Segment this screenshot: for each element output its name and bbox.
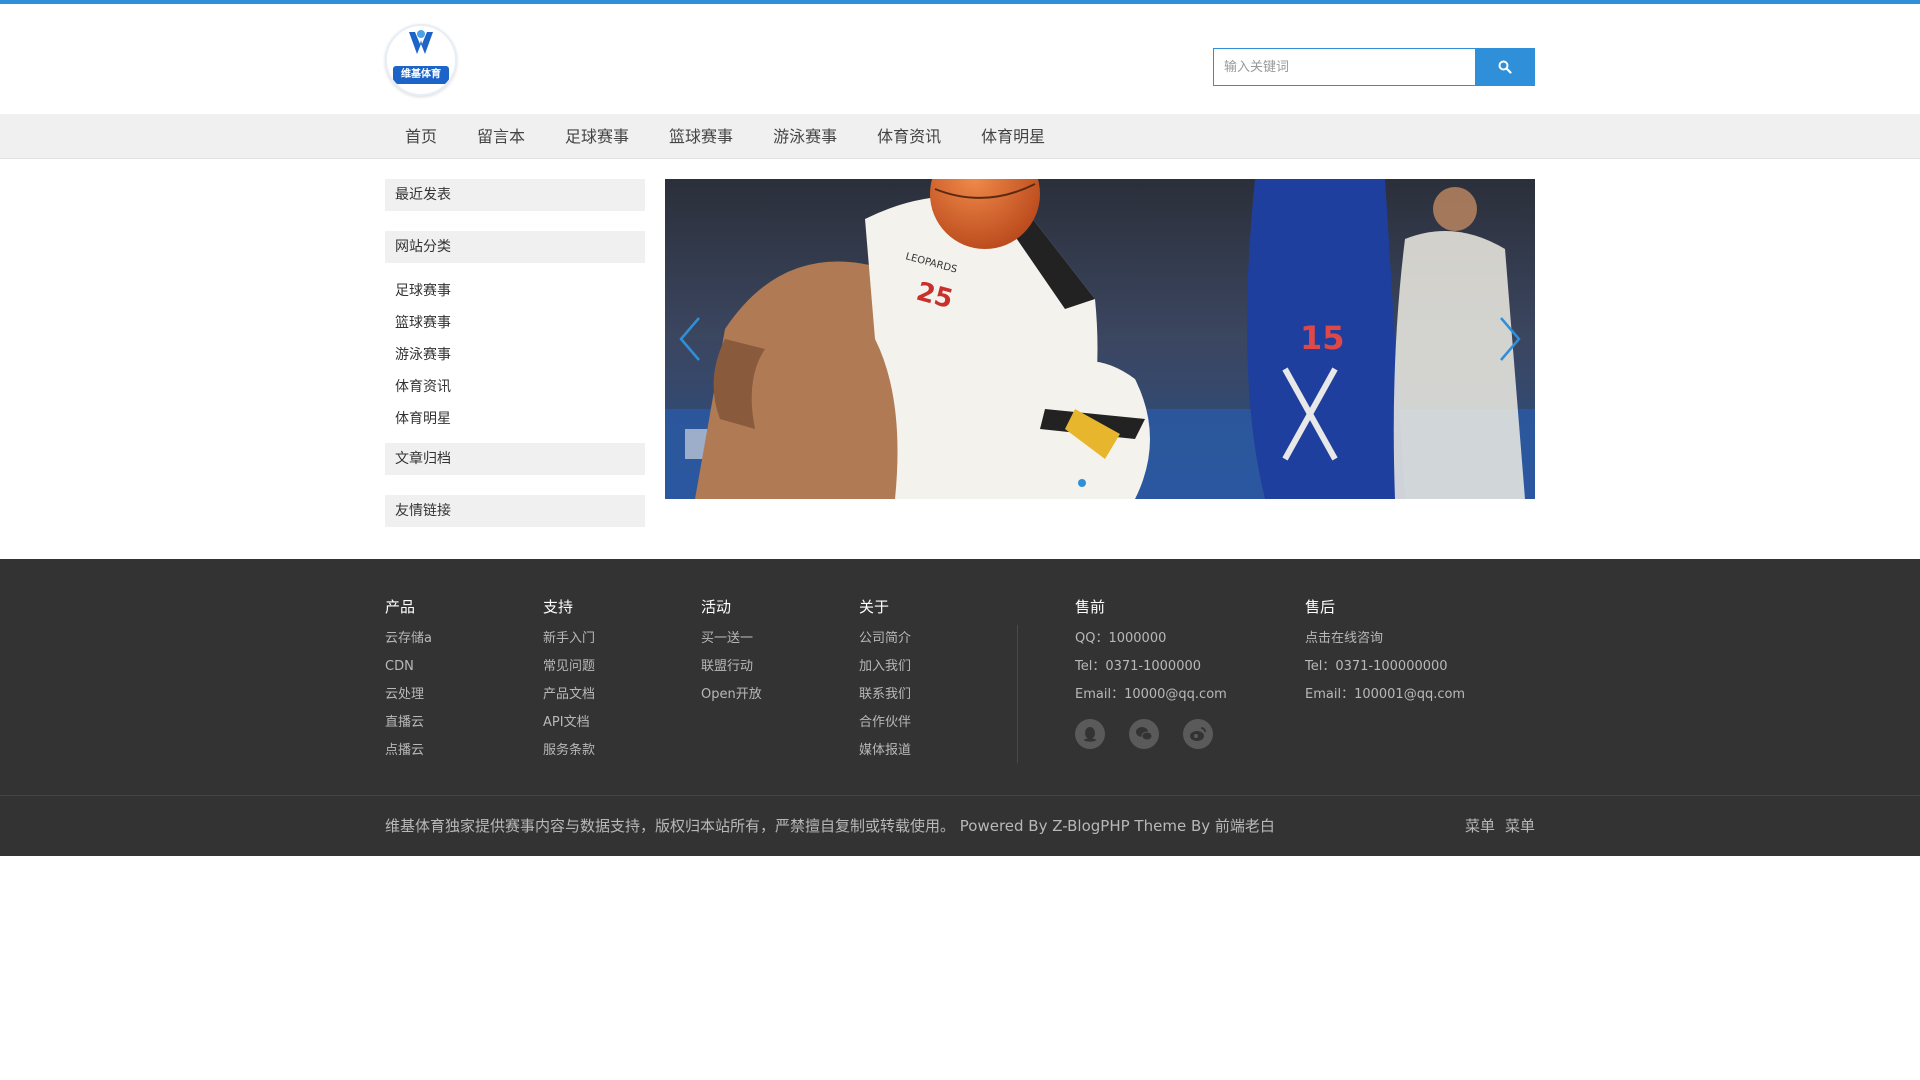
- banner-image: 25 LEOPARDS 15: [665, 179, 1535, 499]
- category-link-sports-news[interactable]: 体育资讯: [395, 371, 525, 403]
- footer-link[interactable]: API文档: [543, 709, 595, 737]
- footer-link[interactable]: 合作伙伴: [859, 709, 911, 737]
- nav-item-sports-news[interactable]: 体育资讯: [857, 114, 961, 159]
- footer-heading-product: 产品: [385, 598, 416, 616]
- categories-title: 网站分类: [385, 231, 645, 263]
- category-list: 足球赛事 篮球赛事 游泳赛事 体育资讯 体育明星: [385, 267, 645, 435]
- footer-link[interactable]: 点播云: [385, 737, 432, 765]
- recent-posts-title: 最近发表: [385, 179, 645, 211]
- footer-menu: 菜单 菜单: [1465, 796, 1535, 856]
- logo-emblem-icon: [387, 26, 455, 67]
- carousel-next-button[interactable]: [1489, 314, 1529, 364]
- chevron-left-icon: [679, 317, 700, 361]
- nav-item-home[interactable]: 首页: [385, 114, 457, 159]
- footer-link[interactable]: 加入我们: [859, 653, 911, 681]
- footer-col-activity: 活动 买一送一 联盟行动 Open开放: [701, 597, 762, 709]
- recent-posts-widget: 最近发表: [385, 179, 645, 211]
- banner-carousel[interactable]: 25 LEOPARDS 15: [665, 179, 1535, 499]
- chevron-right-icon: [1500, 317, 1521, 361]
- footer-link[interactable]: 直播云: [385, 709, 432, 737]
- footer-heading-activity: 活动: [701, 598, 732, 616]
- footer-link[interactable]: 联盟行动: [701, 653, 762, 681]
- presale-qq: QQ：1000000: [1075, 631, 1167, 646]
- carousel-dot-active[interactable]: [1078, 479, 1086, 487]
- footer-heading-presale: 售前: [1075, 598, 1106, 616]
- footer-link[interactable]: 新手入门: [543, 625, 595, 653]
- carousel-prev-button[interactable]: [671, 314, 711, 364]
- footer-col-presale: 售前 QQ：1000000 Tel：0371-1000000 Email：100…: [1075, 597, 1227, 749]
- archive-widget: 文章归档: [385, 443, 645, 475]
- weibo-icon[interactable]: [1183, 719, 1213, 749]
- category-link-swimming[interactable]: 游泳赛事: [395, 339, 525, 371]
- footer-link[interactable]: 联系我们: [859, 681, 911, 709]
- nav-item-football[interactable]: 足球赛事: [545, 114, 649, 159]
- social-links: [1075, 719, 1227, 749]
- category-link-basketball[interactable]: 篮球赛事: [395, 307, 525, 339]
- footer-heading-aftersale: 售后: [1305, 598, 1336, 616]
- archive-title: 文章归档: [385, 443, 645, 475]
- search-icon: [1498, 60, 1512, 74]
- footer-link[interactable]: 云存储a: [385, 625, 432, 653]
- category-link-football[interactable]: 足球赛事: [395, 275, 525, 307]
- main-nav: 首页 留言本 足球赛事 篮球赛事 游泳赛事 体育资讯 体育明星: [0, 114, 1920, 159]
- search-button[interactable]: [1475, 48, 1535, 86]
- footer-bottom-bar: 维基体育独家提供赛事内容与数据支持，版权归本站所有，严禁擅自复制或转载使用。 P…: [0, 795, 1920, 856]
- footer-link[interactable]: 买一送一: [701, 625, 762, 653]
- footer-col-support: 支持 新手入门 常见问题 产品文档 API文档 服务条款: [543, 597, 595, 765]
- categories-widget: 网站分类 足球赛事 篮球赛事 游泳赛事 体育资讯 体育明星: [385, 231, 645, 435]
- copyright-text: 维基体育独家提供赛事内容与数据支持，版权归本站所有，严禁擅自复制或转载使用。 P…: [385, 817, 1275, 835]
- category-link-sports-stars[interactable]: 体育明星: [395, 403, 525, 435]
- footer-col-product: 产品 云存储a CDN 云处理 直播云 点播云: [385, 597, 432, 765]
- footer-link[interactable]: 公司简介: [859, 625, 911, 653]
- header: 维基体育: [0, 4, 1920, 114]
- friend-links-title: 友情链接: [385, 495, 645, 527]
- footer-link[interactable]: CDN: [385, 653, 432, 681]
- footer-col-aftersale: 售后 点击在线咨询 Tel：0371-100000000 Email：10000…: [1305, 597, 1465, 709]
- wechat-icon[interactable]: [1129, 719, 1159, 749]
- friend-links-widget: 友情链接: [385, 495, 645, 527]
- footer-link[interactable]: 云处理: [385, 681, 432, 709]
- footer-col-about: 关于 公司简介 加入我们 联系我们 合作伙伴 媒体报道: [859, 597, 911, 765]
- online-consult-link[interactable]: 点击在线咨询: [1305, 625, 1465, 653]
- footer-menu-link[interactable]: 菜单: [1465, 796, 1495, 856]
- footer-link[interactable]: Open开放: [701, 681, 762, 709]
- aftersale-email: Email：100001@qq.com: [1305, 687, 1466, 702]
- footer: 产品 云存储a CDN 云处理 直播云 点播云 支持 新手入门 常见问题 产品文…: [0, 559, 1920, 856]
- nav-item-sports-stars[interactable]: 体育明星: [961, 114, 1065, 159]
- site-logo[interactable]: 维基体育: [385, 24, 457, 96]
- footer-link[interactable]: 服务条款: [543, 737, 595, 765]
- footer-divider: [1017, 625, 1018, 763]
- qq-icon[interactable]: [1075, 719, 1105, 749]
- footer-heading-about: 关于: [859, 598, 890, 616]
- search-bar: [1213, 48, 1535, 86]
- footer-link[interactable]: 产品文档: [543, 681, 595, 709]
- presale-tel: Tel：0371-1000000: [1075, 659, 1202, 674]
- aftersale-tel: Tel：0371-100000000: [1305, 659, 1448, 674]
- footer-heading-support: 支持: [543, 598, 574, 616]
- nav-item-swimming[interactable]: 游泳赛事: [753, 114, 857, 159]
- sidebar: 最近发表 网站分类 足球赛事 篮球赛事 游泳赛事 体育资讯 体育明星 文章归档 …: [385, 179, 645, 547]
- nav-item-guestbook[interactable]: 留言本: [457, 114, 545, 159]
- footer-menu-link[interactable]: 菜单: [1505, 796, 1535, 856]
- presale-email: Email：10000@qq.com: [1075, 687, 1227, 702]
- opponent-number: 15: [1300, 319, 1345, 357]
- footer-link[interactable]: 媒体报道: [859, 737, 911, 765]
- footer-link[interactable]: 常见问题: [543, 653, 595, 681]
- logo-text: 维基体育: [393, 66, 449, 84]
- nav-item-basketball[interactable]: 篮球赛事: [649, 114, 753, 159]
- search-input[interactable]: [1213, 48, 1475, 86]
